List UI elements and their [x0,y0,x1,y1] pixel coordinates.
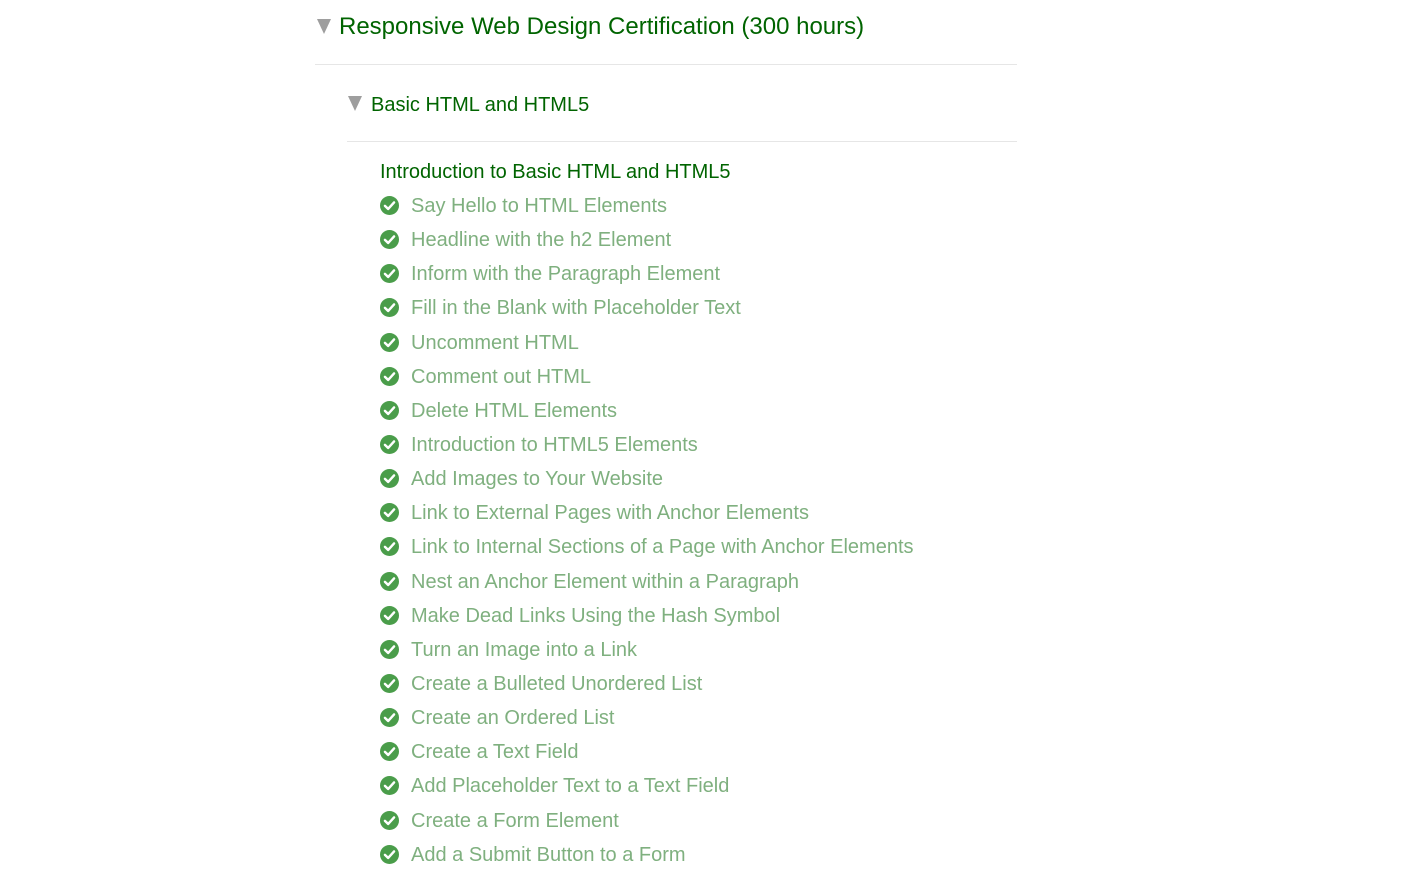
check-circle-icon [380,230,399,250]
challenge-label: Add a Submit Button to a Form [411,843,686,866]
challenge-label: Comment out HTML [411,365,592,388]
check-circle-icon [380,605,399,625]
challenge-label: Create a Text Field [411,741,579,764]
check-circle-icon [380,366,399,386]
challenge-label: Introduction to HTML5 Elements [411,433,698,456]
check-circle-icon [380,400,399,420]
check-circle-icon [380,332,399,352]
caret-down-icon [317,19,331,34]
block-title: Basic HTML and HTML5 [371,94,590,116]
certification-toggle[interactable]: Responsive Web Design Certification (300… [315,0,1017,65]
challenge-label: Turn an Image into a Link [411,638,638,661]
challenge-label: Headline with the h2 Element [411,229,672,252]
challenge-label: Create an Ordered List [411,707,615,730]
challenge-label: Inform with the Paragraph Element [411,263,721,286]
check-circle-icon [380,639,399,659]
challenge-label: Link to External Pages with Anchor Eleme… [411,502,809,525]
check-circle-icon [380,844,399,864]
challenge-label: Say Hello to HTML Elements [411,195,668,217]
challenge-label: Add Placeholder Text to a Text Field [411,775,730,798]
challenge-label: Fill in the Blank with Placeholder Text [411,297,741,320]
check-circle-icon [380,537,399,557]
check-circle-icon [380,196,399,215]
challenge-label: Make Dead Links Using the Hash Symbol [411,604,781,627]
check-circle-icon [380,264,399,284]
check-circle-icon [380,776,399,796]
block-toggle[interactable]: Basic HTML and HTML5 [347,66,1017,142]
check-circle-icon [380,810,399,830]
challenge-label: Create a Bulleted Unordered List [411,672,703,695]
challenge-label: Create a Form Element [411,809,619,832]
check-circle-icon [380,503,399,523]
certification-title: Responsive Web Design Certification (300… [339,13,865,40]
check-circle-icon [380,434,399,454]
challenge-label: Uncomment HTML [411,331,579,354]
caret-down-icon [348,96,362,111]
check-circle-icon [380,298,399,318]
check-circle-icon [380,708,399,728]
check-circle-icon [380,469,399,489]
check-circle-icon [380,742,399,762]
curriculum-map: Responsive Web Design Certification (300… [0,0,1424,873]
block-intro-link[interactable]: Introduction to Basic HTML and HTML5 [380,159,731,185]
check-circle-icon [380,571,399,591]
check-circle-icon [380,673,399,693]
challenge-label: Add Images to Your Website [411,468,664,491]
challenge-label: Delete HTML Elements [411,399,617,422]
challenge-label: Nest an Anchor Element within a Paragrap… [411,570,799,593]
challenge-label: Link to Internal Sections of a Page with… [411,536,914,559]
